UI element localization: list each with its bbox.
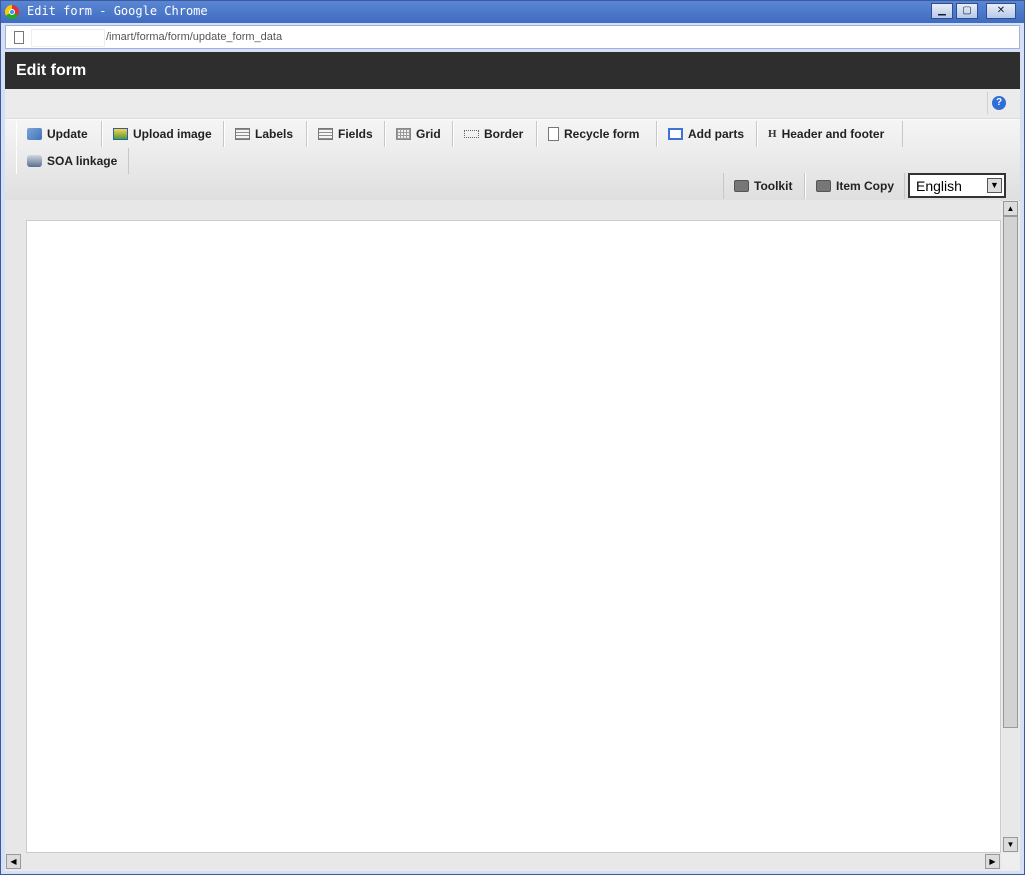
scroll-left-icon[interactable]: ◀ — [6, 854, 21, 869]
recycle-form-label: Recycle form — [564, 127, 640, 141]
grid-label: Grid — [416, 127, 441, 141]
close-button[interactable]: ✕ — [986, 3, 1016, 19]
scrollbar-corner — [1002, 853, 1019, 870]
grid-icon — [396, 128, 411, 140]
soa-linkage-label: SOA linkage — [47, 154, 118, 168]
chrome-logo-icon — [5, 5, 19, 19]
form-editor-app: Edit form ? Update Upload image Labels F… — [5, 52, 1020, 871]
fields-icon — [318, 128, 333, 140]
toolkit-label: Toolkit — [754, 179, 793, 193]
share-icon — [27, 155, 42, 167]
scroll-down-icon[interactable]: ▼ — [1003, 837, 1018, 852]
labels-button[interactable]: Labels — [224, 121, 307, 147]
address-bar[interactable]: /imart/forma/form/update_form_data — [5, 25, 1020, 49]
page-icon — [14, 31, 24, 44]
chevron-down-icon[interactable]: ▼ — [987, 178, 1002, 193]
fields-label: Fields — [338, 127, 373, 141]
window-title: Edit form - Google Chrome — [27, 4, 208, 18]
update-label: Update — [47, 127, 88, 141]
language-value: English — [916, 178, 962, 194]
item-copy-button[interactable]: Item Copy — [805, 173, 905, 199]
address-path: /imart/forma/form/update_form_data — [106, 31, 283, 43]
maximize-button[interactable]: ▢ — [956, 3, 978, 19]
add-parts-label: Add parts — [688, 127, 745, 141]
border-icon — [464, 130, 479, 138]
soa-linkage-button[interactable]: SOA linkage — [16, 148, 129, 174]
window-titlebar: Edit form - Google Chrome ▁ ▢ ✕ — [1, 1, 1024, 23]
add-parts-icon — [668, 128, 683, 140]
page-header: Edit form — [5, 52, 1020, 89]
horizontal-scrollbar[interactable]: ◀ ▶ — [5, 853, 1001, 870]
vertical-scrollbar[interactable]: ▲ ▼ — [1002, 200, 1019, 853]
scroll-right-icon[interactable]: ▶ — [985, 854, 1000, 869]
update-icon — [27, 128, 42, 140]
header-footer-label: Header and footer — [781, 127, 885, 141]
header-icon: H — [768, 128, 777, 140]
header-footer-button[interactable]: H Header and footer — [757, 121, 903, 147]
upload-image-label: Upload image — [133, 127, 212, 141]
toolbox-icon — [734, 180, 749, 192]
upload-image-button[interactable]: Upload image — [102, 121, 224, 147]
border-button[interactable]: Border — [453, 121, 537, 147]
form-workspace — [5, 200, 1001, 853]
toolbox-icon — [816, 180, 831, 192]
help-bar: ? — [5, 89, 1020, 119]
grid-button[interactable]: Grid — [385, 121, 453, 147]
page-title: Edit form — [16, 62, 87, 79]
add-parts-button[interactable]: Add parts — [657, 121, 757, 147]
help-icon: ? — [992, 96, 1006, 110]
document-copy-icon — [548, 127, 559, 141]
help-button[interactable]: ? — [987, 92, 1010, 114]
border-label: Border — [484, 127, 524, 141]
image-upload-icon — [113, 128, 128, 140]
address-host-redacted — [31, 29, 105, 47]
labels-icon — [235, 128, 250, 140]
language-select[interactable]: English ▼ — [908, 173, 1006, 198]
form-canvas[interactable] — [26, 220, 1001, 853]
browser-window: Edit form - Google Chrome ▁ ▢ ✕ /imart/f… — [0, 0, 1025, 875]
vertical-scroll-thumb[interactable] — [1003, 216, 1018, 728]
item-copy-label: Item Copy — [836, 179, 895, 193]
minimize-button[interactable]: ▁ — [931, 3, 953, 19]
scroll-up-icon[interactable]: ▲ — [1003, 201, 1018, 216]
labels-label: Labels — [255, 127, 294, 141]
toolkit-button[interactable]: Toolkit — [723, 173, 805, 199]
recycle-form-button[interactable]: Recycle form — [537, 121, 657, 147]
update-button[interactable]: Update — [16, 121, 102, 147]
editor-toolbar: Update Upload image Labels Fields Grid B… — [5, 119, 1020, 201]
fields-button[interactable]: Fields — [307, 121, 385, 147]
